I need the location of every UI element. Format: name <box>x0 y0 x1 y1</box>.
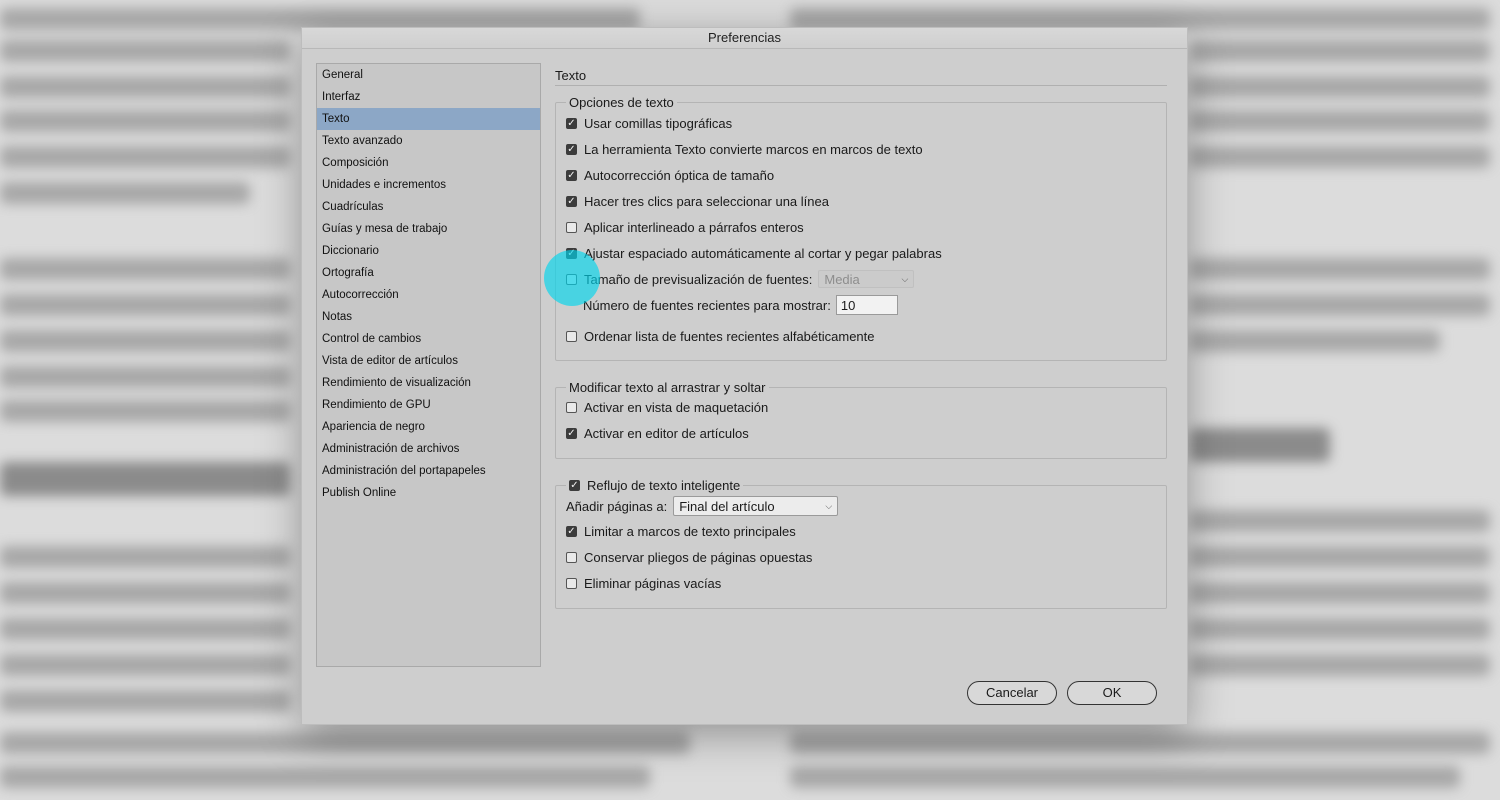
apply-leading-checkbox[interactable] <box>566 222 577 233</box>
sidebar-item-diccionario[interactable]: Diccionario <box>317 240 540 262</box>
sort-recent-checkbox[interactable] <box>566 331 577 342</box>
sidebar-item-apariencia-negro[interactable]: Apariencia de negro <box>317 416 540 438</box>
typo-quotes-checkbox[interactable] <box>566 118 577 129</box>
preserve-spreads-checkbox[interactable] <box>566 552 577 563</box>
smart-reflow-group: Reflujo de texto inteligente Añadir pági… <box>555 478 1167 609</box>
apply-leading-row[interactable]: Aplicar interlineado a párrafos enteros <box>566 220 804 235</box>
ok-button[interactable]: OK <box>1067 681 1157 705</box>
add-pages-value: Final del artículo <box>679 498 775 514</box>
story-editor-row[interactable]: Activar en editor de artículos <box>566 426 749 441</box>
sidebar-item-texto-avanzado[interactable]: Texto avanzado <box>317 130 540 152</box>
font-preview-size-select[interactable]: Media ⌵ <box>818 270 915 288</box>
chevron-down-icon: ⌵ <box>825 500 833 511</box>
layout-view-checkbox[interactable] <box>566 402 577 413</box>
sort-recent-label: Ordenar lista de fuentes recientes alfab… <box>584 329 875 344</box>
font-preview-label: Tamaño de previsualización de fuentes: <box>584 271 813 287</box>
recent-fonts-input[interactable]: 10 <box>835 295 898 315</box>
sidebar-item-guias[interactable]: Guías y mesa de trabajo <box>317 218 540 240</box>
text-options-label: Opciones de texto <box>566 95 677 110</box>
adjust-spacing-label: Ajustar espaciado automáticamente al cor… <box>584 246 942 261</box>
smart-reflow-header[interactable]: Reflujo de texto inteligente <box>566 478 744 493</box>
recent-fonts-label: Número de fuentes recientes para mostrar… <box>583 297 831 313</box>
sidebar-item-notas[interactable]: Notas <box>317 306 540 328</box>
delete-empty-label: Eliminar páginas vacías <box>584 576 722 591</box>
sidebar-item-cuadriculas[interactable]: Cuadrículas <box>317 196 540 218</box>
optical-size-row[interactable]: Autocorrección óptica de tamaño <box>566 168 774 183</box>
drag-drop-label: Modificar texto al arrastrar y soltar <box>566 380 769 395</box>
sidebar-item-publish-online[interactable]: Publish Online <box>317 482 540 504</box>
text-options-group: Opciones de texto Usar comillas tipográf… <box>555 95 1167 361</box>
preserve-spreads-row[interactable]: Conservar pliegos de páginas opuestas <box>566 550 812 565</box>
sidebar-item-interfaz[interactable]: Interfaz <box>317 86 540 108</box>
sidebar-item-rendimiento-visualizacion[interactable]: Rendimiento de visualización <box>317 372 540 394</box>
smart-reflow-label: Reflujo de texto inteligente <box>587 478 741 493</box>
add-pages-row: Añadir páginas a: Final del artículo ⌵ <box>566 496 839 516</box>
recent-fonts-row: Número de fuentes recientes para mostrar… <box>583 295 898 315</box>
sidebar-item-control-cambios[interactable]: Control de cambios <box>317 328 540 350</box>
panel-divider <box>555 85 1167 86</box>
drag-drop-group: Modificar texto al arrastrar y soltar Ac… <box>555 380 1167 459</box>
sidebar-item-general[interactable]: General <box>317 64 540 86</box>
apply-leading-label: Aplicar interlineado a párrafos enteros <box>584 220 804 235</box>
cancel-button[interactable]: Cancelar <box>967 681 1057 705</box>
layout-view-row[interactable]: Activar en vista de maquetación <box>566 400 768 415</box>
triple-click-checkbox[interactable] <box>566 196 577 207</box>
limit-primary-checkbox[interactable] <box>566 526 577 537</box>
smart-reflow-checkbox[interactable] <box>569 480 580 491</box>
font-preview-row[interactable]: Tamaño de previsualización de fuentes: M… <box>566 270 915 288</box>
sidebar-item-vista-editor[interactable]: Vista de editor de artículos <box>317 350 540 372</box>
triple-click-label: Hacer tres clics para seleccionar una lí… <box>584 194 829 209</box>
optical-size-label: Autocorrección óptica de tamaño <box>584 168 775 183</box>
triple-click-row[interactable]: Hacer tres clics para seleccionar una lí… <box>566 194 829 209</box>
layout-view-label: Activar en vista de maquetación <box>584 400 769 415</box>
optical-size-checkbox[interactable] <box>566 170 577 181</box>
sidebar-item-unidades[interactable]: Unidades e incrementos <box>317 174 540 196</box>
story-editor-checkbox[interactable] <box>566 428 577 439</box>
panel-title: Texto <box>555 68 587 83</box>
limit-primary-row[interactable]: Limitar a marcos de texto principales <box>566 524 796 539</box>
delete-empty-row[interactable]: Eliminar páginas vacías <box>566 576 721 591</box>
typo-quotes-label: Usar comillas tipográficas <box>584 116 733 131</box>
click-highlight-marker <box>544 250 600 306</box>
add-pages-select[interactable]: Final del artículo ⌵ <box>673 496 839 516</box>
type-tool-converts-row[interactable]: La herramienta Texto convierte marcos en… <box>566 142 923 157</box>
adjust-spacing-row[interactable]: Ajustar espaciado automáticamente al cor… <box>566 246 942 261</box>
limit-primary-label: Limitar a marcos de texto principales <box>584 524 796 539</box>
type-tool-converts-checkbox[interactable] <box>566 144 577 155</box>
preferences-dialog: Preferencias General Interfaz Texto Text… <box>302 28 1187 724</box>
sidebar-item-admin-portapapeles[interactable]: Administración del portapapeles <box>317 460 540 482</box>
typo-quotes-row[interactable]: Usar comillas tipográficas <box>566 116 732 131</box>
delete-empty-checkbox[interactable] <box>566 578 577 589</box>
sidebar-item-admin-archivos[interactable]: Administración de archivos <box>317 438 540 460</box>
story-editor-label: Activar en editor de artículos <box>584 426 749 441</box>
sidebar-item-composicion[interactable]: Composición <box>317 152 540 174</box>
chevron-down-icon: ⌵ <box>901 273 909 284</box>
preserve-spreads-label: Conservar pliegos de páginas opuestas <box>584 550 813 565</box>
add-pages-label: Añadir páginas a: <box>566 498 668 514</box>
sort-recent-row[interactable]: Ordenar lista de fuentes recientes alfab… <box>566 329 875 344</box>
dialog-title: Preferencias <box>302 28 1187 49</box>
sidebar-item-ortografia[interactable]: Ortografía <box>317 262 540 284</box>
preferences-sidebar: General Interfaz Texto Texto avanzado Co… <box>316 63 541 667</box>
sidebar-item-autocorreccion[interactable]: Autocorrección <box>317 284 540 306</box>
font-preview-size-value: Media <box>824 271 860 287</box>
type-tool-converts-label: La herramienta Texto convierte marcos en… <box>584 142 923 157</box>
sidebar-item-texto[interactable]: Texto <box>317 108 540 130</box>
sidebar-item-rendimiento-gpu[interactable]: Rendimiento de GPU <box>317 394 540 416</box>
